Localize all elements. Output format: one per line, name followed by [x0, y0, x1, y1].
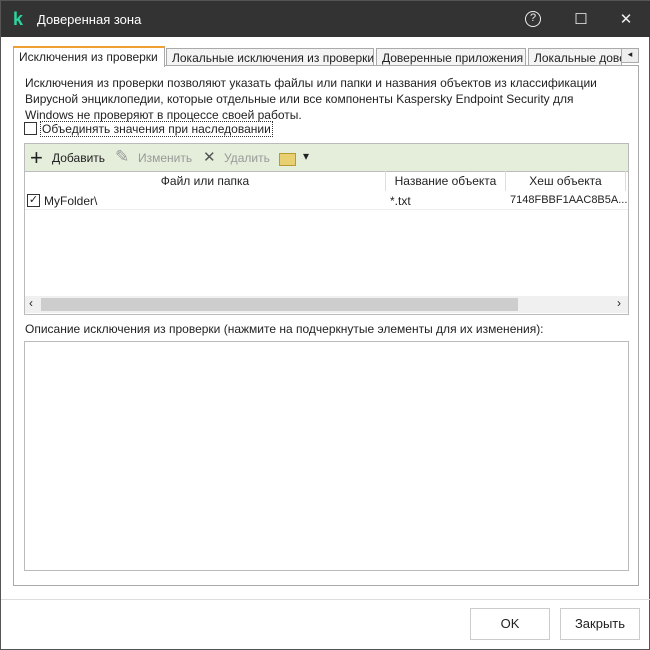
row-path: MyFolder\	[44, 194, 98, 208]
dropdown-arrow-icon[interactable]: ▾	[303, 149, 309, 163]
table-row[interactable]: ✓ MyFolder\ *.txt 7148FBBF1AAC8B5A...	[25, 191, 628, 210]
merge-checkbox-label[interactable]: Объединять значения при наследовании	[40, 121, 273, 137]
tab-local-scan-exclusions[interactable]: Локальные исключения из проверки	[166, 48, 374, 66]
exclusions-table: Файл или папка Название объекта Хеш объе…	[24, 171, 629, 315]
folder-icon[interactable]	[279, 153, 296, 166]
scroll-right-button[interactable]: ›	[617, 296, 621, 310]
description-label: Описание исключения из проверки (нажмите…	[25, 322, 544, 336]
delete-icon: ✕	[203, 149, 216, 166]
delete-button[interactable]: Удалить	[224, 151, 270, 165]
close-window-button[interactable]: ✕	[616, 10, 636, 28]
tab-scroll-left-button[interactable]: ◂	[622, 49, 638, 62]
tab-scan-exclusions[interactable]: Исключения из проверки	[13, 46, 165, 67]
close-button[interactable]: Закрыть	[560, 608, 640, 640]
window-title: Доверенная зона	[37, 12, 142, 27]
horizontal-scrollbar[interactable]: ‹ ›	[25, 296, 628, 313]
description-text: Исключения из проверки позволяют указать…	[25, 76, 597, 122]
column-header-object[interactable]: Название объекта	[386, 171, 506, 191]
add-button[interactable]: Добавить	[52, 151, 105, 165]
tab-local-trusted-apps[interactable]: Локальные доверенные приложения	[528, 48, 622, 66]
scrollbar-thumb[interactable]	[41, 298, 518, 311]
edit-button[interactable]: Изменить	[138, 151, 192, 165]
merge-checkbox[interactable]	[24, 122, 37, 135]
edit-icon: ✎	[115, 147, 130, 166]
title-bar: k Доверенная зона ? ☐ ✕	[1, 1, 650, 37]
tab-trusted-apps[interactable]: Доверенные приложения	[376, 48, 526, 66]
exclusion-description-box[interactable]	[24, 341, 629, 571]
footer-divider	[1, 599, 650, 600]
column-header-path[interactable]: Файл или папка	[25, 171, 386, 191]
row-checkbox[interactable]: ✓	[27, 194, 40, 207]
scroll-left-button[interactable]: ‹	[29, 296, 33, 310]
toolbar: + Добавить ✎ Изменить ✕ Удалить ▾	[24, 143, 629, 172]
row-hash: 7148FBBF1AAC8B5A...	[510, 194, 628, 206]
add-icon: +	[30, 145, 43, 170]
column-header-hash[interactable]: Хеш объекта	[506, 171, 626, 191]
help-icon[interactable]: ?	[525, 11, 541, 27]
ok-button[interactable]: OK	[470, 608, 550, 640]
row-object: *.txt	[390, 194, 411, 208]
kaspersky-logo-icon: k	[13, 9, 24, 29]
maximize-button[interactable]: ☐	[571, 10, 591, 28]
tab-scroll: ◂	[621, 48, 639, 63]
